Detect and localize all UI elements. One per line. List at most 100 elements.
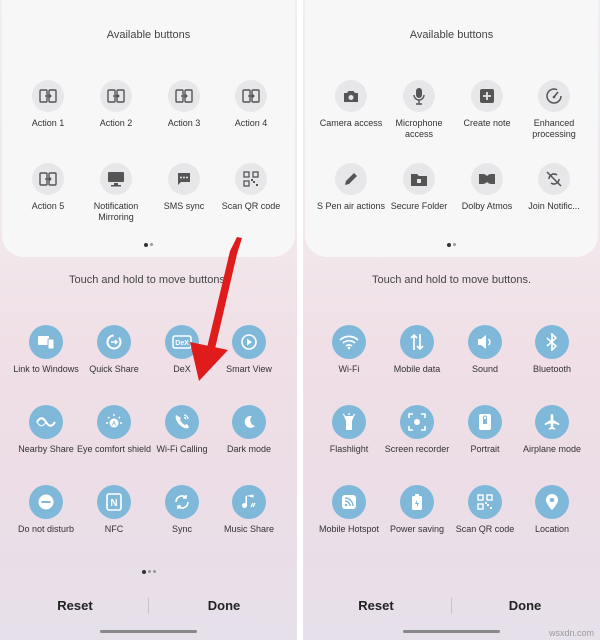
active-wifi-calling[interactable]: Wi-Fi Calling bbox=[144, 405, 220, 455]
screen-swap-icon bbox=[32, 80, 64, 112]
active-airplane-mode[interactable]: Airplane mode bbox=[514, 405, 590, 455]
button-label: Action 3 bbox=[167, 118, 201, 128]
button-label: Camera access bbox=[319, 118, 383, 128]
button-label: Secure Folder bbox=[390, 201, 448, 211]
button-label: Portrait bbox=[470, 444, 500, 454]
button-label: Notification Mirroring bbox=[93, 201, 139, 222]
hotspot-icon bbox=[332, 485, 366, 519]
reset-button[interactable]: Reset bbox=[20, 598, 130, 613]
active-quick-share[interactable]: Quick Share bbox=[76, 325, 152, 375]
available-enhanced-processing[interactable]: Enhanced processing bbox=[516, 80, 592, 140]
active-bluetooth[interactable]: Bluetooth bbox=[514, 325, 590, 375]
smart-view-icon bbox=[232, 325, 266, 359]
available-microphone-access[interactable]: Microphone access bbox=[381, 80, 457, 140]
button-label: Location bbox=[534, 524, 570, 534]
active-dex[interactable]: DeX DeX bbox=[144, 325, 220, 375]
minus-circle-icon bbox=[29, 485, 63, 519]
folder-icon bbox=[403, 163, 435, 195]
button-label: Mobile data bbox=[393, 364, 441, 374]
button-label: Microphone access bbox=[395, 118, 443, 139]
button-label: Scan QR code bbox=[455, 524, 515, 534]
join-icon bbox=[538, 163, 570, 195]
button-label: S Pen air actions bbox=[316, 201, 386, 211]
available-camera-access[interactable]: Camera access bbox=[313, 80, 389, 129]
available-action-1[interactable]: Action 1 bbox=[10, 80, 86, 129]
available-join-notification[interactable]: Join Notific... bbox=[516, 163, 592, 212]
active-mobile-data[interactable]: Mobile data bbox=[379, 325, 455, 375]
done-button[interactable]: Done bbox=[169, 598, 279, 613]
active-smart-view[interactable]: Smart View bbox=[211, 325, 287, 375]
active-portrait[interactable]: Portrait bbox=[447, 405, 523, 455]
available-buttons-title: Available buttons bbox=[106, 29, 191, 41]
button-label: Scan QR code bbox=[221, 201, 281, 211]
qr-icon bbox=[468, 485, 502, 519]
page-indicator bbox=[0, 563, 297, 574]
footer-divider bbox=[148, 598, 149, 614]
active-wifi[interactable]: Wi-Fi bbox=[311, 325, 387, 375]
active-link-to-windows[interactable]: Link to Windows bbox=[8, 325, 84, 375]
button-label: Action 5 bbox=[31, 201, 65, 211]
available-secure-folder[interactable]: Secure Folder bbox=[381, 163, 457, 212]
button-label: Smart View bbox=[226, 364, 272, 374]
right-panel: Available buttons Camera access Micropho… bbox=[303, 0, 600, 640]
flashlight-icon bbox=[332, 405, 366, 439]
active-nearby-share[interactable]: Nearby Share bbox=[8, 405, 84, 455]
active-flashlight[interactable]: Flashlight bbox=[311, 405, 387, 455]
active-screen-recorder[interactable]: Screen recorder bbox=[379, 405, 455, 455]
home-indicator bbox=[100, 630, 197, 633]
page-indicator bbox=[2, 236, 295, 247]
active-sync[interactable]: Sync bbox=[144, 485, 220, 535]
button-label: Power saving bbox=[389, 524, 445, 534]
svg-text:DeX: DeX bbox=[175, 340, 189, 347]
done-button[interactable]: Done bbox=[470, 598, 580, 613]
active-sound[interactable]: Sound bbox=[447, 325, 523, 375]
sync-icon bbox=[165, 485, 199, 519]
active-music-share[interactable]: Music Share bbox=[211, 485, 287, 535]
power-saving-icon bbox=[400, 485, 434, 519]
active-power-saving[interactable]: Power saving bbox=[379, 485, 455, 535]
available-create-note[interactable]: Create note bbox=[449, 80, 525, 129]
available-action-2[interactable]: Action 2 bbox=[78, 80, 154, 129]
reset-button[interactable]: Reset bbox=[321, 598, 431, 613]
button-label: Join Notific... bbox=[528, 201, 580, 211]
touch-hint: Touch and hold to move buttons. bbox=[372, 274, 531, 286]
create-note-icon bbox=[471, 80, 503, 112]
music-icon bbox=[232, 485, 266, 519]
nearby-share-icon bbox=[29, 405, 63, 439]
button-label: NFC bbox=[104, 524, 124, 534]
screen-swap-icon bbox=[100, 80, 132, 112]
available-buttons-card: Available buttons Camera access Micropho… bbox=[305, 0, 598, 257]
active-eye-comfort-shield[interactable]: A Eye comfort shield bbox=[76, 405, 152, 455]
active-do-not-disturb[interactable]: Do not disturb bbox=[8, 485, 84, 535]
button-label: Action 2 bbox=[99, 118, 133, 128]
active-nfc[interactable]: N NFC bbox=[76, 485, 152, 535]
available-buttons-card: Available buttons Action 1 Action 2 Acti… bbox=[2, 0, 295, 257]
button-label: Sound bbox=[471, 364, 499, 374]
camera-icon bbox=[335, 80, 367, 112]
left-panel: Available buttons Action 1 Action 2 Acti… bbox=[0, 0, 297, 640]
button-label: SMS sync bbox=[163, 201, 205, 211]
available-s-pen-air-actions[interactable]: S Pen air actions bbox=[313, 163, 389, 212]
button-label: Dolby Atmos bbox=[461, 201, 513, 211]
available-action-3[interactable]: Action 3 bbox=[146, 80, 222, 129]
portrait-icon bbox=[468, 405, 502, 439]
button-label: Enhanced processing bbox=[532, 118, 576, 139]
available-scan-qr[interactable]: Scan QR code bbox=[213, 163, 289, 212]
available-notification-mirroring[interactable]: Notification Mirroring bbox=[78, 163, 154, 223]
active-location[interactable]: Location bbox=[514, 485, 590, 535]
footer-divider bbox=[451, 598, 452, 614]
available-action-4[interactable]: Action 4 bbox=[213, 80, 289, 129]
button-label: Flashlight bbox=[329, 444, 369, 454]
pen-icon bbox=[335, 163, 367, 195]
dex-icon: DeX bbox=[165, 325, 199, 359]
available-buttons-title: Available buttons bbox=[409, 29, 494, 41]
available-sms-sync[interactable]: SMS sync bbox=[146, 163, 222, 212]
button-label: Bluetooth bbox=[532, 364, 572, 374]
active-dark-mode[interactable]: Dark mode bbox=[211, 405, 287, 455]
active-scan-qr[interactable]: Scan QR code bbox=[447, 485, 523, 535]
screen-swap-icon bbox=[168, 80, 200, 112]
available-dolby-atmos[interactable]: Dolby Atmos bbox=[449, 163, 525, 212]
available-action-5[interactable]: Action 5 bbox=[10, 163, 86, 212]
screen-recorder-icon bbox=[400, 405, 434, 439]
active-mobile-hotspot[interactable]: Mobile Hotspot bbox=[311, 485, 387, 535]
